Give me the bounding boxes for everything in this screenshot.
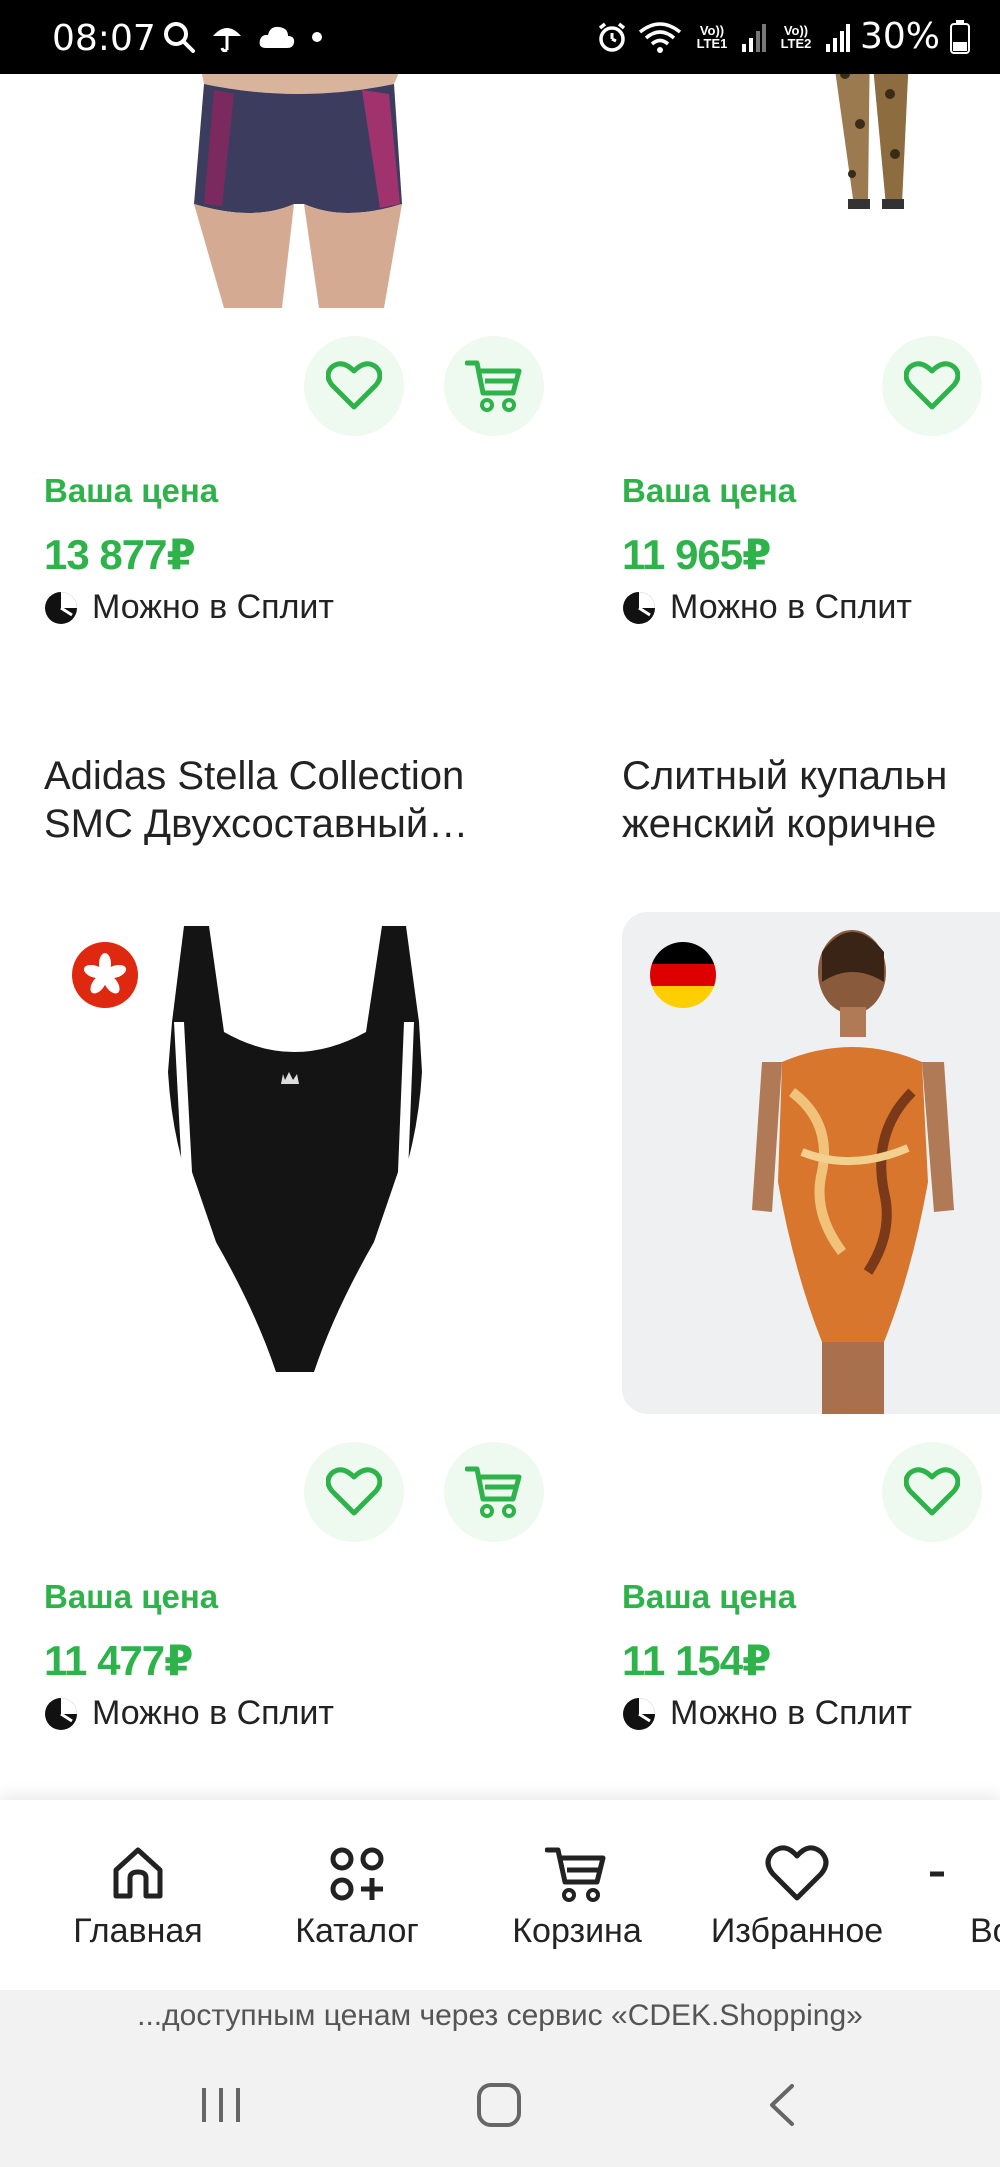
split-icon	[623, 591, 655, 624]
split-text: Можно в Сплит	[670, 1694, 912, 1732]
footer-banner: ...доступным ценам через сервис «CDEK.Sh…	[0, 1990, 1000, 2042]
alarm-icon	[598, 22, 626, 52]
price-label: Ваша цена	[44, 472, 219, 509]
split-payment: Можно в Сплит	[44, 588, 334, 627]
price-label: Ваша цена	[622, 472, 797, 509]
status-bar: 08:07 Vo)) LTE1 Vo)) LTE2 30%	[0, 0, 1000, 74]
more-icon	[930, 1871, 944, 1877]
search-icon	[164, 22, 195, 53]
cart-icon	[545, 1847, 606, 1902]
cart-icon	[465, 360, 522, 412]
split-text: Можно в Сплит	[670, 588, 912, 626]
split-icon	[623, 1697, 655, 1730]
product-title-line: SMC Двухсоставный…	[44, 802, 469, 846]
nav-item-cart[interactable]: Корзина	[467, 1844, 687, 1951]
split-payment: Можно в Сплит	[44, 1694, 334, 1733]
nav-item-more[interactable]: Во	[930, 1844, 1000, 1951]
favorite-button[interactable]	[882, 336, 982, 436]
split-text: Можно в Сплит	[92, 1694, 334, 1732]
product-image[interactable]	[622, 912, 1000, 1414]
favorite-button[interactable]	[304, 1442, 404, 1542]
nav-item-home[interactable]: Главная	[28, 1844, 248, 1951]
product-price: 13 877₽	[44, 531, 196, 578]
split-icon	[45, 591, 77, 624]
back-icon[interactable]	[760, 2082, 806, 2128]
price-label: Ваша цена	[44, 1578, 219, 1615]
product-image[interactable]	[620, 74, 1000, 294]
battery-percent: 30%	[859, 16, 940, 57]
system-navigation-bar	[0, 2042, 1000, 2167]
leopard-pants-image	[620, 74, 1000, 294]
price-label: Ваша цена	[622, 1578, 797, 1615]
add-to-cart-button[interactable]	[444, 336, 544, 436]
product-price: 11 154₽	[622, 1637, 771, 1684]
heart-icon	[326, 1467, 382, 1516]
nav-label: Избранное	[710, 1912, 884, 1950]
cloud-icon	[259, 26, 295, 48]
swim-bottoms-image	[44, 74, 554, 308]
heart-icon	[326, 361, 382, 410]
nav-item-catalog[interactable]: Каталог	[247, 1844, 467, 1951]
signal-icon	[825, 23, 850, 52]
home-button-icon[interactable]	[476, 2082, 522, 2128]
product-title-line: Слитный купальн	[622, 754, 948, 798]
heart-icon	[904, 1467, 960, 1516]
heart-icon	[765, 1845, 829, 1901]
status-left-icons	[162, 20, 324, 54]
recent-apps-icon[interactable]	[198, 2082, 244, 2128]
favorite-button[interactable]	[882, 1442, 982, 1542]
product-image[interactable]	[44, 912, 554, 1414]
nav-label: Во	[970, 1912, 1000, 1950]
battery-icon	[950, 19, 970, 54]
status-right-icons: Vo)) LTE1 Vo)) LTE2 30%	[596, 16, 970, 57]
germany-flag	[650, 942, 716, 1008]
umbrella-icon	[213, 28, 241, 53]
add-to-cart-button[interactable]	[444, 1442, 544, 1542]
home-icon	[113, 1847, 163, 1899]
product-title-line: женский коричне	[622, 802, 937, 846]
split-payment: Можно в Сплит	[622, 1694, 912, 1733]
nav-label: Корзина	[512, 1912, 642, 1950]
hong-kong-flag	[72, 942, 138, 1008]
sim1-indicator: Vo)) LTE1	[696, 22, 728, 51]
nav-item-favorites[interactable]: Избранное	[687, 1844, 907, 1951]
nav-label: Каталог	[295, 1912, 419, 1950]
product-title[interactable]: Adidas Stella Collection SMC Двухсоставн…	[44, 752, 564, 848]
product-title[interactable]: Слитный купальн женский коричне	[622, 752, 1000, 848]
wifi-icon	[638, 21, 682, 53]
signal-icon	[741, 23, 766, 52]
heart-icon	[904, 361, 960, 410]
catalog-icon	[330, 1847, 384, 1901]
split-payment: Можно в Сплит	[622, 588, 912, 627]
product-price: 11 477₽	[44, 1637, 193, 1684]
product-image[interactable]	[44, 74, 554, 308]
product-price: 11 965₽	[622, 531, 771, 578]
split-icon	[45, 1697, 77, 1730]
split-text: Можно в Сплит	[92, 588, 334, 626]
dot-icon	[312, 32, 322, 42]
sim2-indicator: Vo)) LTE2	[780, 22, 812, 51]
nav-label: Главная	[73, 1912, 203, 1950]
favorite-button[interactable]	[304, 336, 404, 436]
product-grid: Ваша цена 13 877₽ Можно в Сплит Adidas S…	[0, 74, 1000, 1800]
bottom-navigation: Главная Каталог Корзина Избранное Во	[0, 1800, 1000, 1990]
cart-icon	[465, 1466, 522, 1518]
product-title-line: Adidas Stella Collection	[44, 754, 465, 798]
status-time: 08:07	[52, 18, 156, 59]
